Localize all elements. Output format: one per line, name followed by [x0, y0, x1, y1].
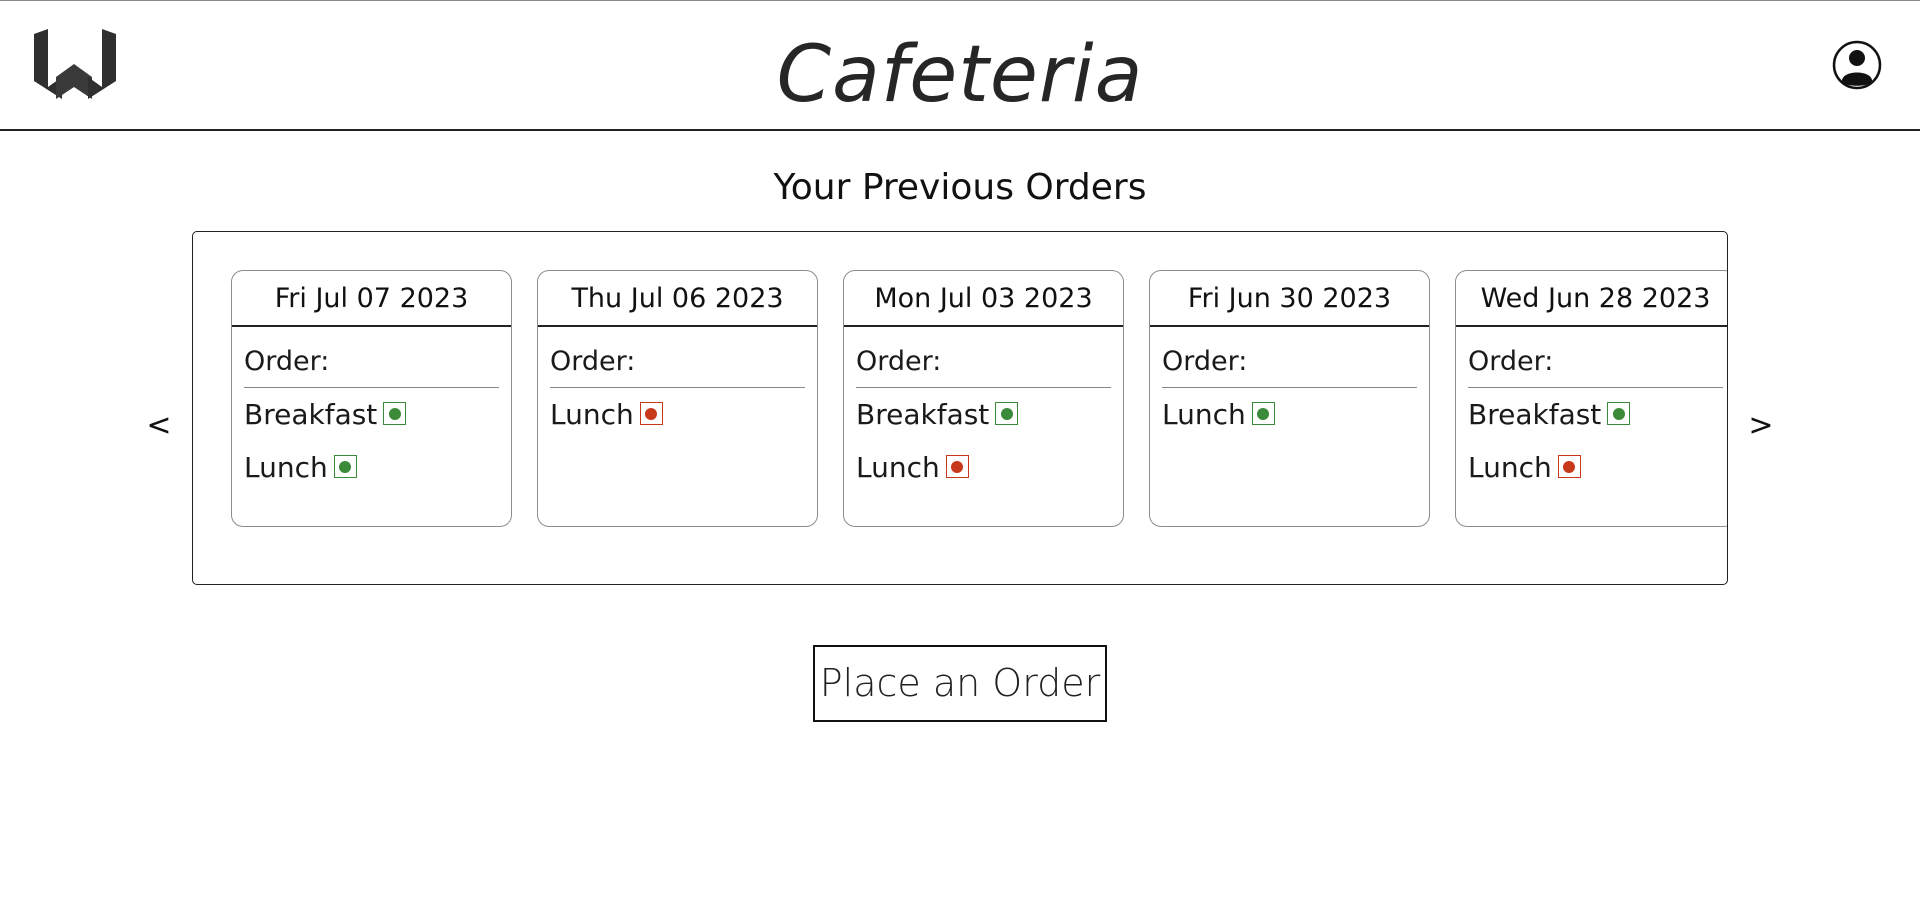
meal-item: Breakfast [856, 388, 1111, 441]
status-green-icon [995, 402, 1019, 425]
status-red-icon [639, 402, 663, 425]
order-label: Order: [1468, 327, 1723, 388]
meal-item: Breakfast [1468, 388, 1723, 441]
meal-item: Breakfast [244, 388, 499, 441]
meal-name: Lunch [550, 398, 634, 431]
app-header: Cafeteria [0, 0, 1920, 131]
meal-item: Lunch [1162, 388, 1417, 441]
order-date: Fri Jul 07 2023 [232, 271, 511, 327]
section-title: Your Previous Orders [773, 167, 1147, 208]
order-card: Fri Jul 07 2023 Order: Breakfast Lunch [231, 270, 512, 527]
meal-name: Lunch [1162, 398, 1246, 431]
order-label: Order: [1162, 327, 1417, 388]
meal-name: Lunch [244, 451, 328, 484]
order-date: Thu Jul 06 2023 [538, 271, 817, 327]
place-order-button[interactable]: Place an Order [813, 645, 1107, 722]
order-date: Wed Jun 28 2023 [1456, 271, 1727, 327]
status-green-icon [1607, 402, 1631, 425]
meal-name: Breakfast [1468, 398, 1602, 431]
order-card: Wed Jun 28 2023 Order: Breakfast Lunch [1455, 270, 1727, 527]
app-title: Cafeteria [776, 30, 1144, 120]
status-green-icon [333, 455, 357, 478]
meal-item: Lunch [550, 388, 805, 441]
meal-item: Lunch [856, 441, 1111, 494]
orders-carousel: Fri Jul 07 2023 Order: Breakfast Lunch T… [192, 231, 1728, 585]
status-green-icon [383, 402, 407, 425]
meal-name: Breakfast [244, 398, 378, 431]
carousel-prev-button[interactable]: < [144, 404, 174, 448]
status-green-icon [1251, 402, 1275, 425]
meal-item: Lunch [244, 441, 499, 494]
status-red-icon [945, 455, 969, 478]
meal-name: Lunch [856, 451, 940, 484]
order-label: Order: [244, 327, 499, 388]
status-red-icon [1557, 455, 1581, 478]
meal-name: Lunch [1468, 451, 1552, 484]
carousel-next-button[interactable]: > [1746, 404, 1776, 448]
user-profile-icon[interactable] [1832, 40, 1882, 90]
order-date: Fri Jun 30 2023 [1150, 271, 1429, 327]
order-date: Mon Jul 03 2023 [844, 271, 1123, 327]
meal-name: Breakfast [856, 398, 990, 431]
order-label: Order: [550, 327, 805, 388]
order-label: Order: [856, 327, 1111, 388]
order-card: Fri Jun 30 2023 Order: Lunch [1149, 270, 1430, 527]
order-card: Thu Jul 06 2023 Order: Lunch [537, 270, 818, 527]
order-card: Mon Jul 03 2023 Order: Breakfast Lunch [843, 270, 1124, 527]
meal-item: Lunch [1468, 441, 1723, 494]
